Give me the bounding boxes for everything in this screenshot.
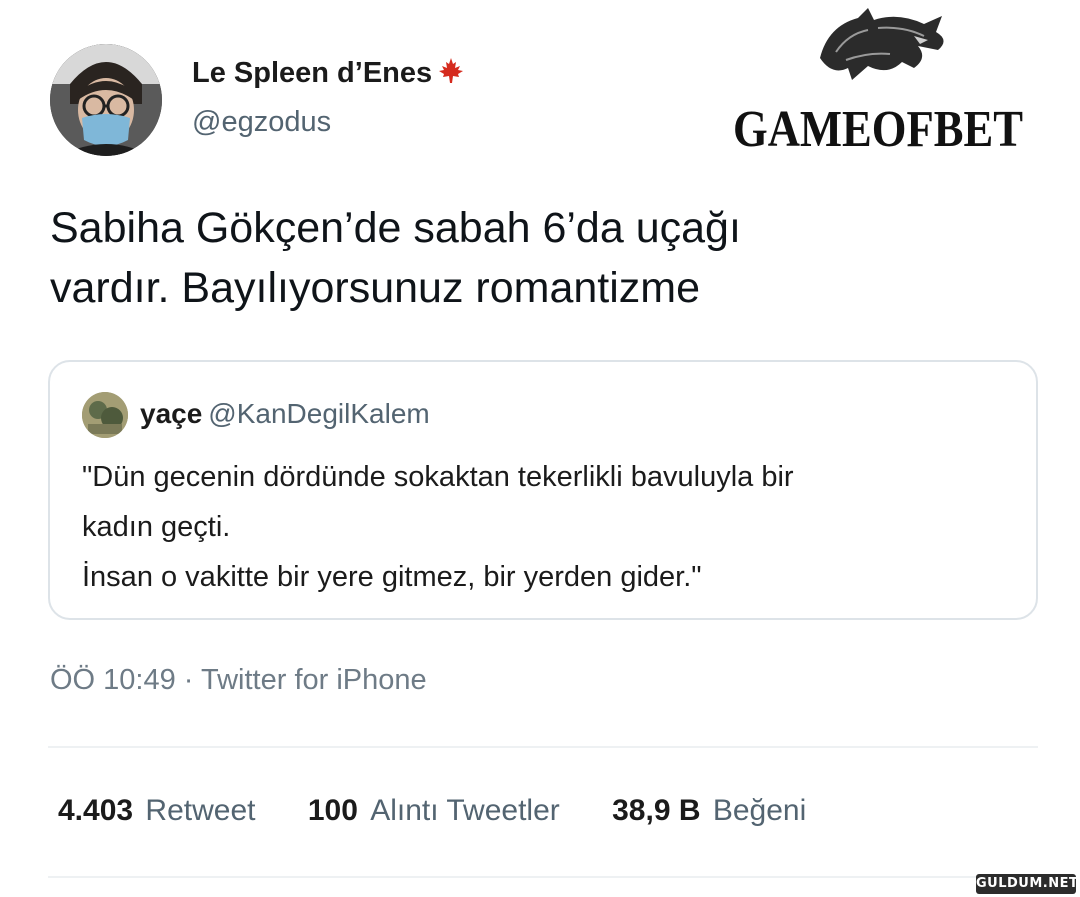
likes-stat[interactable]: 38,9 B Beğeni	[612, 794, 806, 828]
quote-text: "Dün gecenin dördünde sokaktan tekerlikl…	[82, 452, 1022, 602]
retweet-stat[interactable]: 4.403 Retweet	[58, 794, 255, 828]
retweet-label: Retweet	[145, 794, 256, 827]
tweet-text-line: Sabiha Gökçen’de sabah 6’da uçağı	[50, 204, 741, 252]
tweet-stats: 4.403 Retweet 100 Alıntı Tweetler 38,9 B…	[58, 794, 850, 828]
tweet-timestamp[interactable]: ÖÖ 10:49 · Twitter for iPhone	[50, 664, 427, 697]
quote-tweets-stat[interactable]: 100 Alıntı Tweetler	[308, 794, 560, 828]
wolf-head-icon	[820, 8, 944, 80]
tweet-text: Sabiha Gökçen’de sabah 6’da uçağı vardır…	[50, 198, 1030, 318]
quote-author-avatar[interactable]	[82, 392, 128, 438]
divider	[48, 876, 1038, 878]
quote-tweets-count: 100	[307, 794, 358, 827]
quote-author-name: yaçe	[140, 398, 203, 429]
quote-text-line: kadın geçti.	[82, 511, 231, 543]
gameofbet-logo-text: GAMEOFBET	[733, 101, 1023, 156]
quote-text-line: "Dün gecenin dördünde sokaktan tekerlikl…	[82, 461, 794, 493]
divider	[48, 746, 1038, 748]
maple-leaf-icon	[436, 56, 466, 94]
quoted-tweet-card[interactable]: yaçe @KanDegilKalem "Dün gecenin dördünde…	[48, 360, 1038, 620]
likes-label: Beğeni	[712, 794, 807, 827]
likes-count: 38,9 B	[612, 794, 701, 827]
watermark: GULDUM.NET	[976, 874, 1078, 894]
quote-text-line: İnsan o vakitte bir yere gitmez, bir yer…	[82, 561, 702, 593]
author-avatar[interactable]	[50, 44, 162, 156]
tweet-text-line: vardır. Bayılıyorsunuz romantizme	[50, 264, 701, 312]
author-avatar-image	[50, 44, 162, 156]
author-handle[interactable]: @egzodus	[192, 106, 331, 139]
quote-author[interactable]: yaçe @KanDegilKalem	[140, 398, 430, 430]
author-name-text: Le Spleen d’Enes	[192, 57, 433, 89]
gameofbet-logo: GAMEOFBET	[728, 6, 1028, 158]
quote-author-handle: @KanDegilKalem	[208, 398, 430, 429]
author-name[interactable]: Le Spleen d’Enes	[192, 56, 466, 94]
quote-tweets-label: Alıntı Tweetler	[370, 794, 560, 827]
retweet-count: 4.403	[58, 794, 134, 827]
